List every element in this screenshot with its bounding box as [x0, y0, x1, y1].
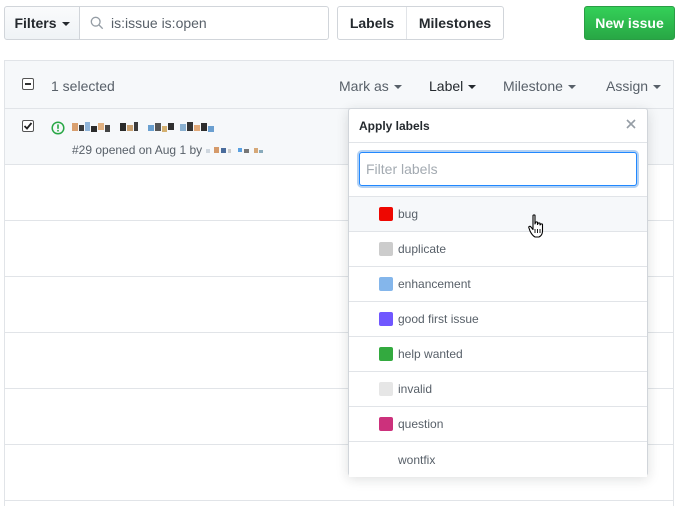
selected-count: 1 selected — [51, 78, 115, 94]
filters-label: Filters — [14, 15, 57, 31]
filter-labels-section — [349, 143, 647, 197]
label-option-duplicate[interactable]: duplicate — [349, 232, 647, 267]
search-input[interactable] — [111, 15, 311, 31]
chevron-down-icon — [567, 85, 576, 89]
label-name: invalid — [398, 382, 433, 396]
label-name: duplicate — [398, 242, 447, 256]
filters-button[interactable]: Filters — [4, 6, 80, 40]
dropdown-header: Apply labels — [349, 109, 647, 143]
label-option-question[interactable]: question — [349, 407, 647, 442]
hand-cursor-icon — [528, 214, 544, 238]
assign-menu[interactable]: Assign — [606, 78, 662, 94]
issue-meta-text: #29 opened on Aug 1 by — [72, 143, 203, 157]
milestones-tab[interactable]: Milestones — [407, 7, 503, 39]
labels-tab[interactable]: Labels — [338, 7, 407, 39]
checkmark-icon — [23, 122, 33, 130]
label-color-swatch — [379, 417, 393, 431]
label-color-swatch — [379, 382, 393, 396]
label-option-good-first-issue[interactable]: good first issue — [349, 302, 647, 337]
chevron-down-icon — [61, 22, 70, 26]
label-name: enhancement — [398, 277, 471, 291]
label-option-enhancement[interactable]: enhancement — [349, 267, 647, 302]
redacted-author-name[interactable] — [204, 145, 264, 155]
label-name: bug — [398, 207, 419, 221]
issue-meta: #29 opened on Aug 1 by — [72, 143, 264, 157]
issue-checkbox[interactable] — [22, 120, 34, 132]
new-issue-button[interactable]: New issue — [584, 6, 675, 40]
assign-menu-label: Assign — [606, 78, 649, 94]
issue-opened-icon — [51, 121, 65, 135]
redacted-issue-title[interactable] — [72, 121, 222, 135]
label-option-bug[interactable]: bug — [349, 197, 647, 232]
mark-as-menu[interactable]: Mark as — [339, 78, 402, 94]
milestone-menu[interactable]: Milestone — [503, 78, 576, 94]
issue-search-field[interactable] — [79, 6, 329, 40]
search-icon — [90, 16, 104, 30]
chevron-down-icon — [653, 85, 662, 89]
filter-labels-input[interactable] — [359, 152, 637, 186]
label-menu-label: Label — [429, 78, 464, 94]
label-name: help wanted — [398, 347, 463, 361]
label-color-swatch — [379, 312, 393, 326]
label-menu[interactable]: Label — [429, 78, 477, 94]
chevron-down-icon — [468, 85, 477, 89]
label-option-help-wanted[interactable]: help wanted — [349, 337, 647, 372]
label-option-wontfix[interactable]: wontfix — [349, 442, 647, 477]
close-icon[interactable] — [625, 118, 637, 130]
label-name: wontfix — [398, 452, 436, 467]
select-all-checkbox[interactable] — [22, 78, 34, 90]
milestone-menu-label: Milestone — [503, 78, 563, 94]
dropdown-title: Apply labels — [359, 118, 430, 133]
label-option-invalid[interactable]: invalid — [349, 372, 647, 407]
label-color-swatch — [379, 277, 393, 291]
issues-toolbar: Filters Labels Milestones New issue — [4, 6, 675, 40]
label-color-swatch — [379, 347, 393, 361]
label-color-swatch — [379, 242, 393, 256]
labels-milestones-nav: Labels Milestones — [337, 6, 504, 40]
issue-list-header: 1 selected Mark as Label Milestone Assig… — [5, 61, 673, 109]
label-name: question — [398, 417, 444, 431]
chevron-down-icon — [393, 85, 402, 89]
label-name: good first issue — [398, 312, 479, 326]
label-color-swatch — [379, 207, 393, 221]
apply-labels-dropdown: Apply labels bug duplicate enhancement g… — [348, 108, 648, 477]
mark-as-label: Mark as — [339, 78, 389, 94]
label-color-swatch — [379, 453, 393, 467]
